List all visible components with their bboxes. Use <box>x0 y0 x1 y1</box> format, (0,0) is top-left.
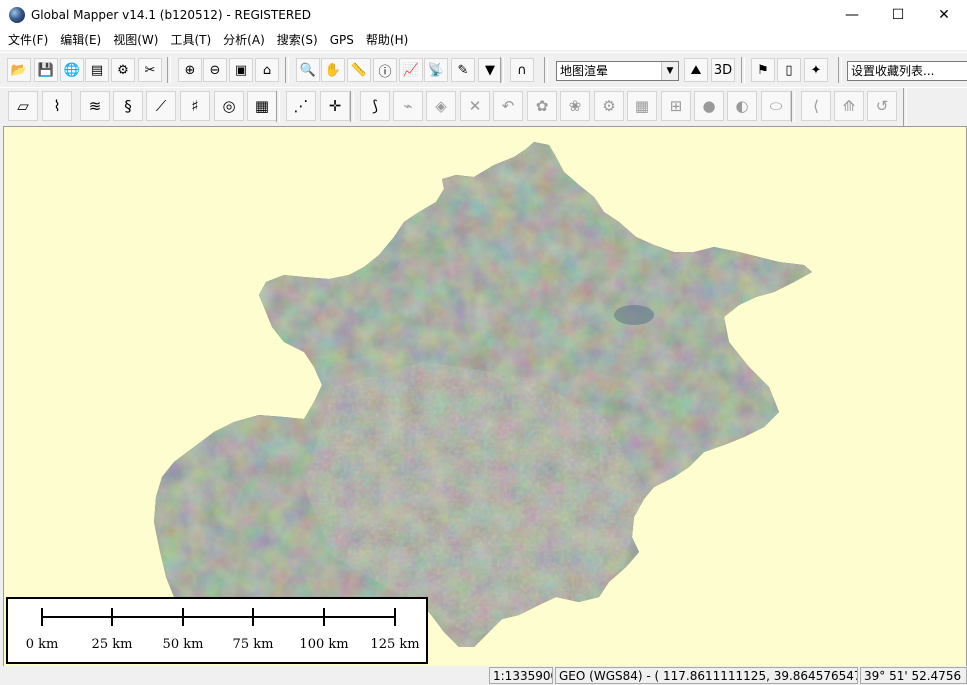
feature-tool-13-icon[interactable]: ⟨ <box>801 91 831 121</box>
toolbar-separator <box>276 91 280 122</box>
split-tool-icon[interactable]: ✛ <box>320 91 350 121</box>
3d-view-icon[interactable]: 3D <box>711 58 735 82</box>
feature-tool-12-icon[interactable]: ⬭ <box>761 91 791 121</box>
scale-label: 75 km <box>232 637 274 652</box>
toolbar-separator <box>741 57 745 83</box>
tunnel-icon[interactable]: ∩ <box>510 58 534 82</box>
bookmark-select[interactable]: 设置收藏列表... <box>847 61 967 81</box>
toolbar-separator <box>544 57 548 83</box>
view-shed-icon[interactable]: 📡 <box>424 58 448 82</box>
feature-tool-7-icon[interactable]: ⚙ <box>594 91 624 121</box>
pan-tool-icon[interactable]: ✋ <box>321 58 345 82</box>
ring-tool-icon[interactable]: ◎ <box>214 91 244 121</box>
edit-vertices-icon[interactable]: ⟆ <box>360 91 390 121</box>
globe-icon[interactable]: 🌐 <box>60 58 84 82</box>
feature-tool-11-icon[interactable]: ◐ <box>727 91 757 121</box>
shader-select-value: 地图渲晕 <box>560 64 609 78</box>
save-icon[interactable]: 💾 <box>34 58 58 82</box>
chevron-down-icon[interactable]: ▼ <box>661 62 678 80</box>
menu-search[interactable]: 搜索(S) <box>271 30 324 50</box>
shader-select[interactable]: 地图渲晕 ▼ <box>556 61 679 81</box>
device-icon[interactable]: ▯ <box>777 58 801 82</box>
status-projection: GEO (WGS84) - ( 117.8611111125, 39.86457… <box>555 667 858 684</box>
window-controls: — ☐ ✕ <box>829 0 967 30</box>
minimize-button[interactable]: — <box>829 0 875 30</box>
zoom-out-icon[interactable]: ⊖ <box>203 58 227 82</box>
feature-tool-9-icon[interactable]: ⊞ <box>661 91 691 121</box>
menu-edit[interactable]: 编辑(E) <box>54 30 107 50</box>
toolbar-separator <box>350 91 354 122</box>
path-profile-icon[interactable]: 📈 <box>399 58 423 82</box>
home-icon[interactable]: ⌂ <box>255 58 279 82</box>
toolbar-separator <box>167 57 171 83</box>
feature-tool-8-icon[interactable]: ▦ <box>627 91 657 121</box>
menu-analysis[interactable]: 分析(A) <box>217 30 271 50</box>
spiral-line-icon[interactable]: § <box>113 91 143 121</box>
feature-tool-6-icon[interactable]: ❀ <box>560 91 590 121</box>
feature-info-icon[interactable]: ⓘ <box>373 58 397 82</box>
map-image <box>154 142 812 647</box>
zoom-tool-icon[interactable]: 🔍 <box>296 58 320 82</box>
feature-tool-5-icon[interactable]: ✿ <box>527 91 557 121</box>
feature-tool-3-icon[interactable]: ✕ <box>460 91 490 121</box>
window-title: Global Mapper v14.1 (b120512) - REGISTER… <box>31 8 311 22</box>
scale-label: 100 km <box>299 637 349 652</box>
menu-file[interactable]: 文件(F) <box>0 30 54 50</box>
bookmark-select-value: 设置收藏列表... <box>851 64 935 78</box>
scale-ruler <box>41 608 396 626</box>
tools-icon[interactable]: ✂ <box>138 58 162 82</box>
menu-bar: 文件(F) 编辑(E) 视图(W) 工具(T) 分析(A) 搜索(S) GPS … <box>0 30 967 50</box>
feature-tool-10-icon[interactable]: ● <box>694 91 724 121</box>
title-bar: Global Mapper v14.1 (b120512) - REGISTER… <box>0 0 967 30</box>
gps-icon[interactable]: ✦ <box>804 58 828 82</box>
scale-label: 25 km <box>91 637 133 652</box>
feature-tool-2-icon[interactable]: ◈ <box>426 91 456 121</box>
3d-path-icon[interactable]: ▼ <box>478 58 502 82</box>
grid-tool-icon[interactable]: ▦ <box>247 91 277 121</box>
feature-tool-15-icon[interactable]: ↺ <box>867 91 897 121</box>
edit-line-icon[interactable]: ⟋ <box>146 91 176 121</box>
shader-icon[interactable]: ⛰ <box>684 58 708 82</box>
maximize-button[interactable]: ☐ <box>875 0 921 30</box>
menu-tools[interactable]: 工具(T) <box>164 30 217 50</box>
feature-tool-1-icon[interactable]: ⌁ <box>393 91 423 121</box>
map-view[interactable]: 0 km 25 km 50 km 75 km 100 km 125 km <box>3 126 967 667</box>
create-line-icon[interactable]: ⌇ <box>42 91 72 121</box>
menu-gps[interactable]: GPS <box>324 30 360 50</box>
overlay-control-icon[interactable]: ▤ <box>85 58 109 82</box>
status-scale: 1:1335900 <box>489 667 553 684</box>
feature-tool-14-icon[interactable]: ⟰ <box>834 91 864 121</box>
toolbar-separator <box>903 88 907 126</box>
close-button[interactable]: ✕ <box>921 0 967 30</box>
create-area-icon[interactable]: ▱ <box>8 91 38 121</box>
globe-app-icon <box>9 7 25 23</box>
feature-tool-4-icon[interactable]: ↶ <box>493 91 523 121</box>
digitizer-icon[interactable]: ✎ <box>451 58 475 82</box>
status-dms: 39° 51' 52.4756 <box>860 667 967 684</box>
toolbar-separator <box>285 57 289 83</box>
menu-view[interactable]: 视图(W) <box>107 30 164 50</box>
contour-icon[interactable]: ≋ <box>80 91 110 121</box>
toolbar-separator <box>791 91 795 122</box>
digitizer-toolbar: ▱ ⌇ ≋ § ⟋ ♯ ◎ ▦ ⋰ ✛ ⟆ ⌁ ◈ ✕ ↶ ✿ ❀ ⚙ ▦ ⊞ ● ◐ ⬭ ⟨ ⟰ ↺ <box>0 87 967 126</box>
menu-help[interactable]: 帮助(H) <box>360 30 414 50</box>
toolbar-separator <box>838 57 842 83</box>
config-icon[interactable]: ⚙ <box>111 58 135 82</box>
vertex-tool-icon[interactable]: ⋰ <box>286 91 316 121</box>
open-file-icon[interactable]: 📂 <box>7 58 31 82</box>
full-view-icon[interactable]: ▣ <box>229 58 253 82</box>
scale-label: 50 km <box>162 637 204 652</box>
status-bar: 1:1335900 GEO (WGS84) - ( 117.8611111125… <box>0 666 967 685</box>
main-toolbar: 地图渲晕 ▼ 设置收藏列表... 📂 💾 🌐 ▤ ⚙ ✂ ⊕ ⊖ ▣ ⌂ 🔍 ✋ 📏 ⓘ 📈 📡 ✎ ▼ ∩ ⛰ 3D ⚑… <box>0 52 967 87</box>
scale-label: 125 km <box>370 637 420 652</box>
code-tool-icon[interactable]: ♯ <box>180 91 210 121</box>
toolbar-separator <box>500 57 504 83</box>
scale-label: 0 km <box>25 637 59 652</box>
flag-icon[interactable]: ⚑ <box>751 58 775 82</box>
scale-bar: 0 km 25 km 50 km 75 km 100 km 125 km <box>6 597 428 664</box>
zoom-in-icon[interactable]: ⊕ <box>178 58 202 82</box>
measure-tool-icon[interactable]: 📏 <box>347 58 371 82</box>
